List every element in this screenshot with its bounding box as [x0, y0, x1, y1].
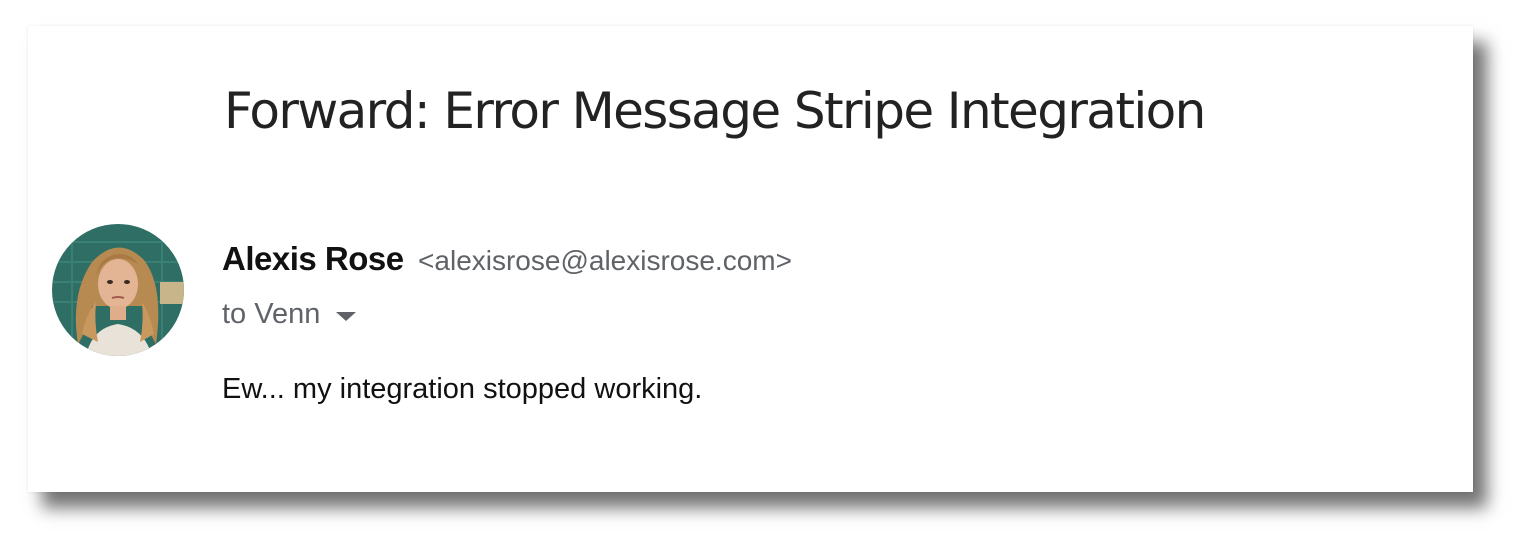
chevron-down-icon[interactable] [336, 312, 357, 321]
recipient-details-toggle[interactable]: to Venn [222, 298, 357, 331]
avatar-image [52, 224, 184, 356]
sender-avatar[interactable] [52, 224, 184, 356]
email-card: Forward: Error Message Stripe Integratio… [28, 26, 1473, 492]
sender-line: Alexis Rose <alexisrose@alexisrose.com> [222, 240, 792, 278]
recipient-label: to Venn [222, 298, 321, 330]
email-body: Ew... my integration stopped working. [222, 373, 703, 405]
sender-name[interactable]: Alexis Rose [222, 240, 404, 277]
email-subject: Forward: Error Message Stripe Integratio… [224, 82, 1206, 140]
sender-email: <alexisrose@alexisrose.com> [418, 245, 792, 276]
